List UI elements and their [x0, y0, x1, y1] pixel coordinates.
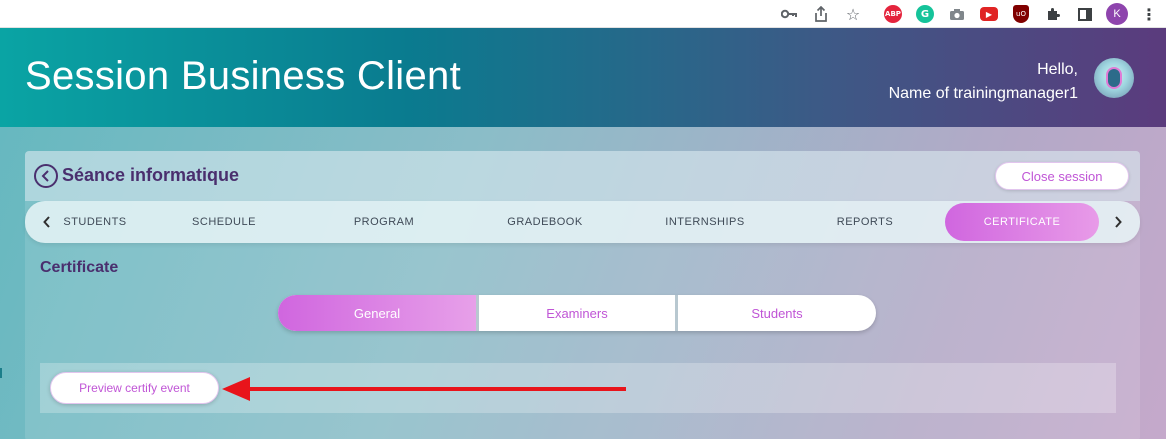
session-header: Séance informatique Close session	[25, 151, 1140, 201]
puzzle-icon[interactable]	[1042, 3, 1064, 25]
adblock-icon[interactable]: ABP	[882, 3, 904, 25]
user-avatar[interactable]	[1094, 58, 1134, 98]
chevron-left-icon	[41, 170, 49, 182]
browser-toolbar: ☆ ABP G ▶ uO K ⋮	[0, 0, 1166, 28]
back-button[interactable]	[34, 164, 58, 188]
kebab-menu-icon[interactable]: ⋮	[1138, 3, 1160, 25]
profile-avatar[interactable]: K	[1106, 3, 1128, 25]
segment-general[interactable]: General	[278, 295, 476, 331]
app-header: Session Business Client Hello, Name of t…	[0, 28, 1166, 127]
share-icon[interactable]	[810, 3, 832, 25]
segment-examiners[interactable]: Examiners	[479, 295, 675, 331]
user-greeting: Hello, Name of trainingmanager1	[889, 58, 1078, 106]
sidebar-icon[interactable]	[1074, 3, 1096, 25]
segment-students[interactable]: Students	[678, 295, 876, 331]
session-title: Séance informatique	[62, 165, 240, 185]
tab-reports[interactable]: REPORTS	[825, 201, 905, 243]
app-title: Session Business Client	[25, 54, 462, 98]
youtube-icon[interactable]: ▶	[978, 3, 1000, 25]
star-icon[interactable]: ☆	[842, 3, 864, 25]
tab-gradebook[interactable]: GRADEBOOK	[498, 201, 592, 243]
tab-students[interactable]: STUDENTS	[53, 201, 137, 243]
tab-certificate[interactable]: CERTIFICATE	[945, 203, 1099, 241]
certificate-segmented-control: General Examiners Students	[278, 295, 876, 331]
certificate-section-title: Certificate	[40, 259, 119, 276]
session-tabs: STUDENTS SCHEDULE PROGRAM GRADEBOOK INTE…	[25, 201, 1140, 243]
preview-certify-event-button[interactable]: Preview certify event	[50, 372, 219, 404]
greeting-username: Name of trainingmanager1	[888, 85, 1078, 102]
left-edge-marker	[0, 368, 2, 378]
key-icon[interactable]	[778, 3, 800, 25]
tab-internships[interactable]: INTERNSHIPS	[655, 201, 755, 243]
tab-schedule[interactable]: SCHEDULE	[182, 201, 266, 243]
ublock-icon[interactable]: uO	[1010, 3, 1032, 25]
close-session-button[interactable]: Close session	[995, 162, 1129, 190]
annotation-arrow-icon	[222, 377, 626, 401]
tabs-scroll-right-icon[interactable]	[1108, 212, 1128, 232]
camera-icon[interactable]	[946, 3, 968, 25]
grammarly-icon[interactable]: G	[914, 3, 936, 25]
microphone-icon	[1108, 69, 1120, 87]
greeting-hello: Hello,	[1037, 61, 1078, 78]
tab-program[interactable]: PROGRAM	[342, 201, 426, 243]
